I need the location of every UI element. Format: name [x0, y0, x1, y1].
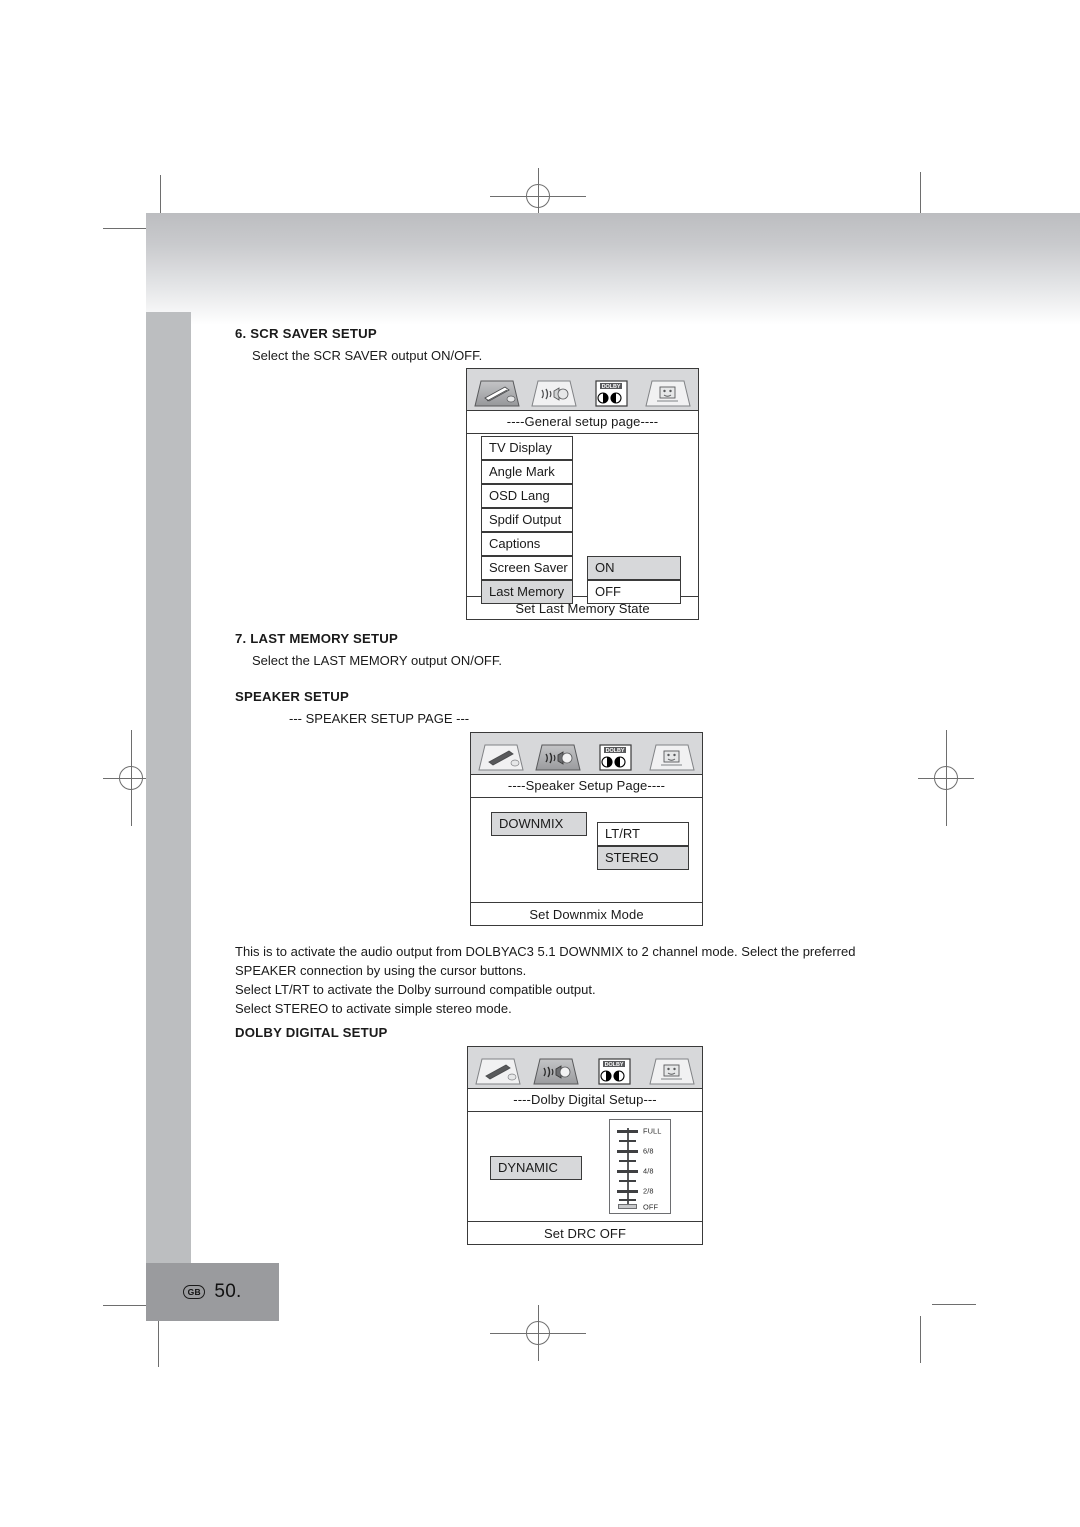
audio-setup-tab[interactable] [533, 741, 583, 774]
section-scr-saver: 6. SCR SAVER SETUP Select the SCR SAVER … [235, 325, 655, 365]
osd-speaker-setup-panel: DOLBY ----Speaker Setup Page---- DOWNMIX… [470, 732, 703, 926]
drc-label-4-8: 4/8 [643, 1166, 654, 1176]
drc-slider[interactable]: FULL 6/8 4/8 2/8 OFF [609, 1119, 671, 1214]
audio-setup-tab[interactable] [529, 377, 579, 410]
menu-item-screen-saver[interactable]: Screen Saver [481, 556, 573, 580]
osd-tab-bar: DOLBY [468, 1047, 702, 1089]
page-number: 50. [214, 1281, 242, 1302]
drc-tick-2-8 [617, 1190, 638, 1193]
speaker-setup-body: --- SPEAKER SETUP PAGE --- [289, 710, 470, 726]
dolby-setup-tab[interactable]: DOLBY [586, 377, 636, 410]
page-footer-block: GB 50. [146, 1263, 279, 1321]
option-stereo[interactable]: STEREO [597, 846, 689, 870]
osd-speaker-header: ----Speaker Setup Page---- [471, 775, 702, 798]
scr-saver-body: Select the SCR SAVER output ON/OFF. [252, 347, 483, 363]
section-speaker-setup: SPEAKER SETUP --- SPEAKER SETUP PAGE --- [235, 688, 655, 728]
crop-tick-bottom-left-vertical [158, 1318, 159, 1367]
osd-general-body: TV Display Angle Mark OSD Lang Spdif Out… [467, 434, 698, 604]
drc-tick-full [617, 1130, 638, 1133]
top-gradient-banner [146, 213, 1080, 325]
preference-setup-tab[interactable] [647, 1055, 697, 1088]
section-dolby-digital-setup: DOLBY DIGITAL SETUP [235, 1024, 655, 1046]
dolby-setup-tab[interactable]: DOLBY [590, 741, 640, 774]
drc-tick-6-8 [617, 1150, 638, 1153]
crop-tick-bottom-left-horizontal [103, 1305, 146, 1306]
left-gray-strip [146, 312, 191, 1280]
osd-dolby-digital-panel: DOLBY ----Dolby Digital Setup--- DYNAMIC [467, 1046, 703, 1245]
drc-tick-7-8 [619, 1140, 636, 1143]
registration-mark-right [918, 730, 974, 826]
dolby-digital-heading: DOLBY DIGITAL SETUP [235, 1025, 388, 1040]
speaker-setup-explanation: This is to activate the audio output fro… [235, 943, 917, 1018]
osd-dolby-header: ----Dolby Digital Setup--- [468, 1089, 702, 1112]
scr-saver-heading: 6. SCR SAVER SETUP [235, 326, 377, 341]
svg-text:DOLBY: DOLBY [602, 384, 621, 390]
osd-speaker-footer: Set Downmix Mode [471, 902, 702, 927]
preference-setup-tab[interactable] [647, 741, 697, 774]
crop-tick-bottom-right-vertical [920, 1316, 921, 1363]
menu-item-spdif-output[interactable]: Spdif Output [481, 508, 573, 532]
option-off[interactable]: OFF [587, 580, 681, 604]
general-setup-tab[interactable] [476, 741, 526, 774]
last-memory-heading: 7. LAST MEMORY SETUP [235, 631, 399, 646]
osd-general-setup-panel: DOLBY ----General setup page---- TV Disp… [466, 368, 699, 620]
dolby-setup-tab[interactable]: DOLBY [589, 1055, 639, 1088]
drc-label-6-8: 6/8 [643, 1146, 654, 1156]
drc-slider-handle[interactable] [618, 1204, 637, 1209]
last-memory-body: Select the LAST MEMORY output ON/OFF. [252, 652, 502, 668]
drc-tick-1-8 [619, 1199, 636, 1202]
drc-tick-4-8 [617, 1170, 638, 1173]
drc-tick-5-8 [619, 1160, 636, 1163]
speaker-setup-heading: SPEAKER SETUP [235, 689, 349, 704]
menu-item-tv-display[interactable]: TV Display [481, 436, 573, 460]
drc-label-2-8: 2/8 [643, 1186, 654, 1196]
menu-item-dynamic[interactable]: DYNAMIC [490, 1156, 582, 1180]
menu-item-osd-lang[interactable]: OSD Lang [481, 484, 573, 508]
menu-item-angle-mark[interactable]: Angle Mark [481, 460, 573, 484]
explanation-line-3: Select STEREO to activate simple stereo … [235, 1000, 512, 1016]
locale-badge: GB [183, 1285, 206, 1299]
explanation-line-1: This is to activate the audio output fro… [235, 944, 856, 978]
osd-dolby-footer: Set DRC OFF [468, 1221, 702, 1246]
section-last-memory: 7. LAST MEMORY SETUP Select the LAST MEM… [235, 630, 655, 670]
drc-label-off: OFF [643, 1202, 659, 1212]
osd-tab-bar: DOLBY [467, 369, 698, 411]
preference-setup-tab[interactable] [643, 377, 693, 410]
osd-speaker-body: DOWNMIX LT/RT STEREO [471, 798, 702, 902]
crop-tick-bottom-right-horizontal [932, 1304, 976, 1305]
option-on[interactable]: ON [587, 556, 681, 580]
general-setup-tab[interactable] [472, 377, 522, 410]
option-lt-rt[interactable]: LT/RT [597, 822, 689, 846]
drc-label-full: FULL [643, 1126, 662, 1136]
menu-item-last-memory[interactable]: Last Memory [481, 580, 573, 604]
drc-tick-3-8 [619, 1180, 636, 1183]
osd-tab-bar: DOLBY [471, 733, 702, 775]
menu-item-downmix[interactable]: DOWNMIX [491, 812, 587, 836]
osd-dolby-body: DYNAMIC FULL 6/8 4/8 2/8 OFF [468, 1112, 702, 1221]
explanation-line-2: Select LT/RT to activate the Dolby surro… [235, 981, 596, 997]
svg-text:DOLBY: DOLBY [606, 748, 625, 754]
registration-mark-bottom [490, 1305, 586, 1361]
audio-setup-tab[interactable] [531, 1055, 581, 1088]
menu-item-captions[interactable]: Captions [481, 532, 573, 556]
osd-general-header: ----General setup page---- [467, 411, 698, 434]
svg-text:DOLBY: DOLBY [605, 1062, 624, 1068]
general-setup-tab[interactable] [473, 1055, 523, 1088]
